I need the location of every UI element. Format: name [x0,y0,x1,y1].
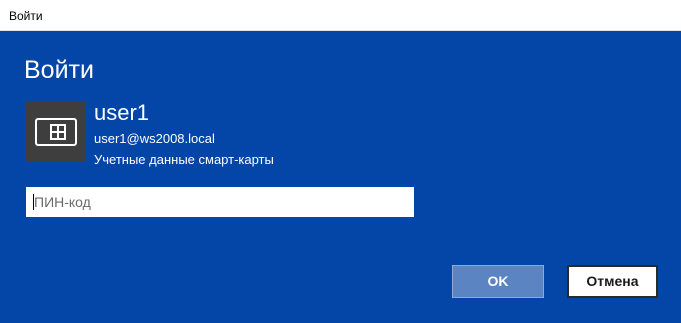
credential-type: Учетные данные смарт-карты [94,152,274,167]
cancel-button[interactable]: Отмена [567,265,658,298]
credential-dialog: Войти Войти user1 user1@ws2008.local Уче… [0,0,681,323]
title-bar[interactable]: Войти [0,0,681,31]
dialog-heading: Войти [24,56,94,84]
smart-card-icon [35,118,77,146]
user-tile[interactable] [26,102,86,162]
text-caret [33,194,34,210]
user-name: user1 [94,100,150,125]
pin-input[interactable] [26,187,414,217]
user-email: user1@ws2008.local [94,131,215,146]
ok-button[interactable]: OK [452,265,544,298]
window-title: Войти [9,9,43,23]
dialog-content: Войти user1 user1@ws2008.local Учетные д… [0,31,681,323]
